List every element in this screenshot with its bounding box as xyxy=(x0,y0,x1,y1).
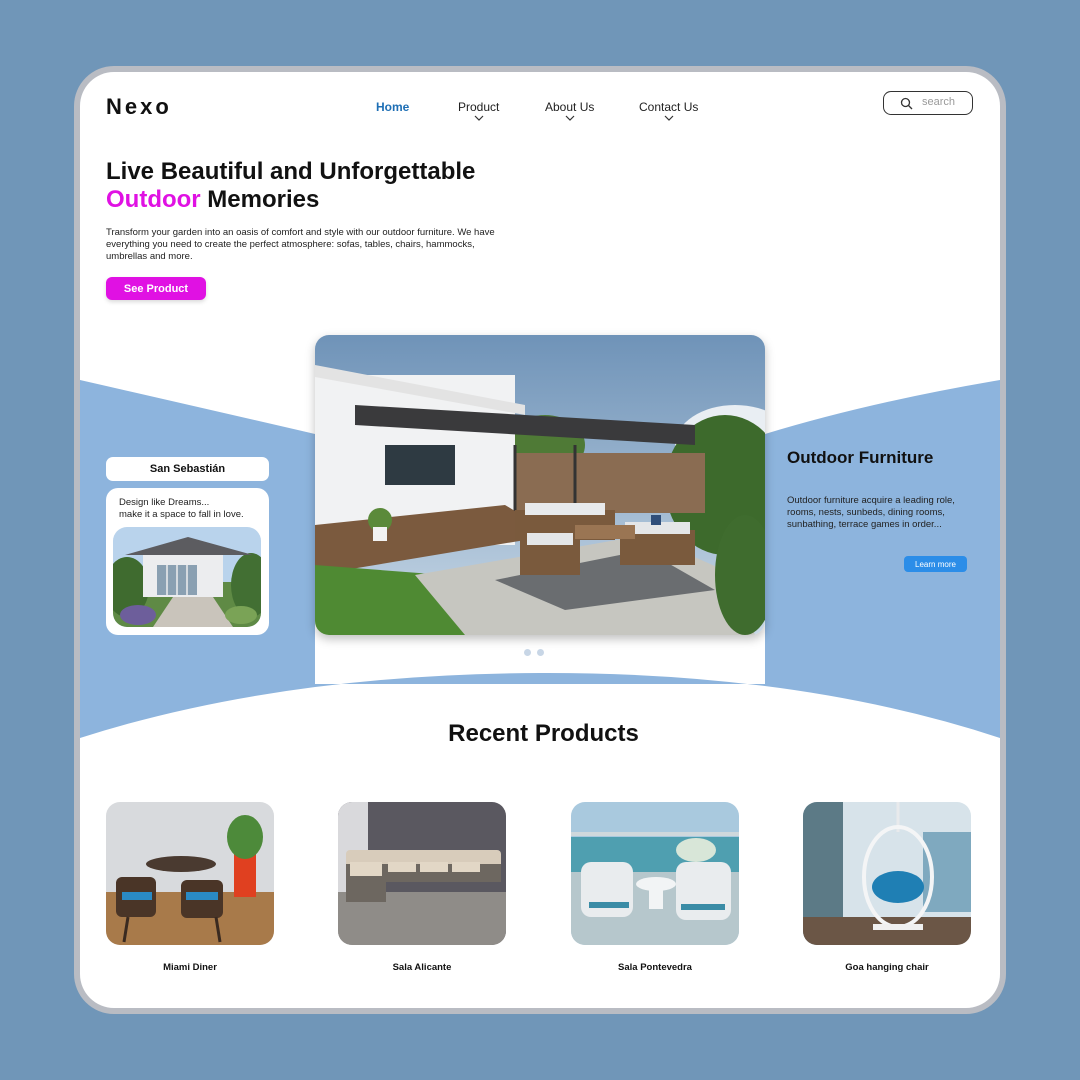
product-name: Goa hanging chair xyxy=(845,962,929,973)
product-card[interactable]: Miami Diner xyxy=(106,802,274,973)
product-image xyxy=(803,802,971,945)
see-product-button[interactable]: See Product xyxy=(106,277,206,300)
nav-about-us[interactable]: About Us xyxy=(545,100,594,122)
product-card[interactable]: Goa hanging chair xyxy=(803,802,971,973)
search-placeholder: search xyxy=(922,96,956,108)
page-card: Nexo Home Product About Us Contact Us se… xyxy=(80,72,1000,1008)
nav-home-label: Home xyxy=(376,100,410,114)
product-name: Sala Alicante xyxy=(392,962,452,973)
nav-contact-us[interactable]: Contact Us xyxy=(639,100,698,122)
patio-hero-image xyxy=(315,335,765,635)
carousel-dot[interactable] xyxy=(524,649,531,656)
product-name: Miami Diner xyxy=(163,962,217,973)
hero-title-accent: Outdoor xyxy=(106,186,201,213)
carousel-dot[interactable] xyxy=(537,649,544,656)
carousel-dot-active[interactable] xyxy=(550,649,557,656)
browser-frame: Nexo Home Product About Us Contact Us se… xyxy=(74,66,1006,1014)
product-image xyxy=(106,802,274,945)
feature-title: Outdoor Furniture xyxy=(787,448,934,467)
nav-contact-label: Contact Us xyxy=(639,100,699,114)
hero-title-line1: Live Beautiful and Unforgettable xyxy=(106,158,476,185)
hero-title: Live Beautiful and Unforgettable Outdoor… xyxy=(106,158,546,214)
location-text-line2: make it a space to fall in love. xyxy=(119,509,244,520)
feature-description: Outdoor furniture acquire a leading role… xyxy=(787,495,955,530)
location-title: San Sebastián xyxy=(106,457,269,481)
location-card[interactable]: Design like Dreams... make it a space to… xyxy=(106,488,269,635)
location-text-line1: Design like Dreams... xyxy=(119,497,210,508)
learn-more-button[interactable]: Learn more xyxy=(904,556,967,572)
nav-product[interactable]: Product xyxy=(458,100,499,122)
product-image xyxy=(571,802,739,945)
chevron-down-icon xyxy=(565,115,575,121)
location-text: Design like Dreams... make it a space to… xyxy=(119,497,264,521)
nav-product-label: Product xyxy=(458,100,500,114)
product-card[interactable]: Sala Pontevedra xyxy=(571,802,739,973)
chevron-down-icon xyxy=(664,115,674,121)
nav-about-label: About Us xyxy=(545,100,595,114)
location-house-image xyxy=(113,527,261,627)
chevron-down-icon xyxy=(474,115,484,121)
nav-home[interactable]: Home xyxy=(376,100,409,114)
product-name: Sala Pontevedra xyxy=(618,962,692,973)
search-icon xyxy=(900,97,913,110)
recent-products-title: Recent Products xyxy=(448,720,639,747)
hero-description: Transform your garden into an oasis of c… xyxy=(106,227,495,262)
hero-title-rest: Memories xyxy=(200,186,320,213)
product-image xyxy=(338,802,506,945)
logo[interactable]: Nexo xyxy=(106,94,172,120)
search-input[interactable]: search xyxy=(883,91,973,115)
product-card[interactable]: Sala Alicante xyxy=(338,802,506,973)
